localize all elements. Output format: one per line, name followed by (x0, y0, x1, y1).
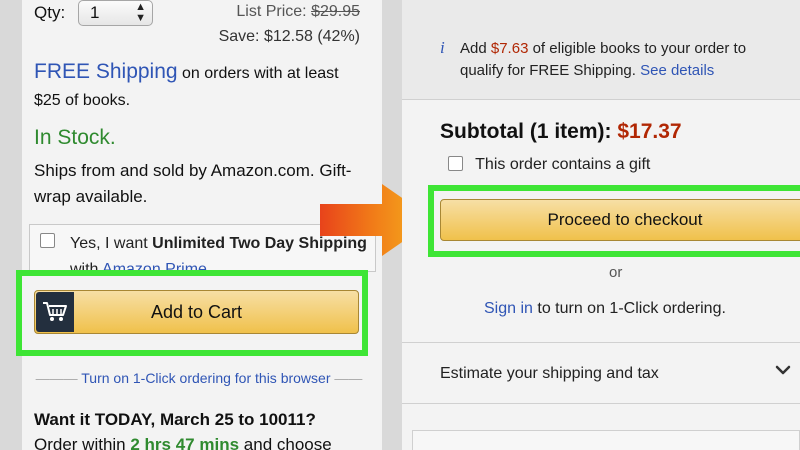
quantity-value: 1 (90, 3, 100, 22)
time-remaining: 2 hrs 47 mins (130, 435, 240, 450)
notice-text: Add $7.63 of eligible books to your orde… (460, 40, 747, 79)
quantity-select[interactable]: 1 ▲ ▼ (78, 0, 153, 26)
sign-in-link[interactable]: Sign in (484, 300, 533, 317)
estimate-shipping-toggle[interactable]: Estimate your shipping and tax (402, 342, 800, 404)
shopping-cart-icon (36, 292, 74, 332)
delivery-heading: Want it TODAY, March 25 to 10011? (34, 410, 316, 429)
free-shipping-link[interactable]: FREE Shipping (34, 60, 178, 83)
info-icon: i (440, 38, 445, 57)
subtotal-value: $17.37 (617, 120, 682, 143)
next-section (412, 430, 800, 450)
ships-from-text: Ships from and sold by Amazon.com. Gift-… (34, 161, 352, 206)
sign-in-row: Sign in to turn on 1-Click ordering. (484, 300, 726, 317)
subtotal: Subtotal (1 item): $17.37 (440, 120, 682, 143)
list-price: List Price: $29.95 (236, 3, 360, 20)
free-shipping-notice: i Add $7.63 of eligible books to your or… (402, 0, 800, 100)
one-click-row: ——— Turn on 1-Click ordering for this br… (35, 370, 363, 386)
qty-label: Qty: (34, 3, 66, 22)
order-within-text: Order within 2 hrs 47 mins and choose (34, 435, 332, 450)
chevron-down-icon (775, 365, 791, 375)
select-arrows-icon: ▲ ▼ (135, 1, 146, 24)
one-click-link[interactable]: Turn on 1-Click ordering for this browse… (81, 370, 330, 386)
proceed-to-checkout-button[interactable]: Proceed to checkout (440, 199, 800, 241)
prime-checkbox[interactable] (40, 233, 55, 248)
or-divider: or (609, 264, 623, 281)
stock-status: In Stock. (34, 126, 116, 149)
estimate-label: Estimate your shipping and tax (440, 365, 659, 382)
see-details-link[interactable]: See details (640, 62, 714, 79)
add-to-cart-label: Add to Cart (150, 302, 243, 322)
list-price-value: $29.95 (311, 3, 360, 20)
savings-text: Save: $12.58 (42%) (218, 28, 360, 45)
gift-checkbox[interactable] (448, 156, 463, 171)
add-to-cart-button[interactable]: Add to Cart (34, 290, 359, 334)
notice-amount: $7.63 (490, 40, 529, 57)
cart-summary-panel: i Add $7.63 of eligible books to your or… (402, 0, 800, 450)
gift-option: This order contains a gift (448, 156, 650, 174)
shipping-info: FREE Shipping on orders with at least $2… (34, 60, 339, 109)
